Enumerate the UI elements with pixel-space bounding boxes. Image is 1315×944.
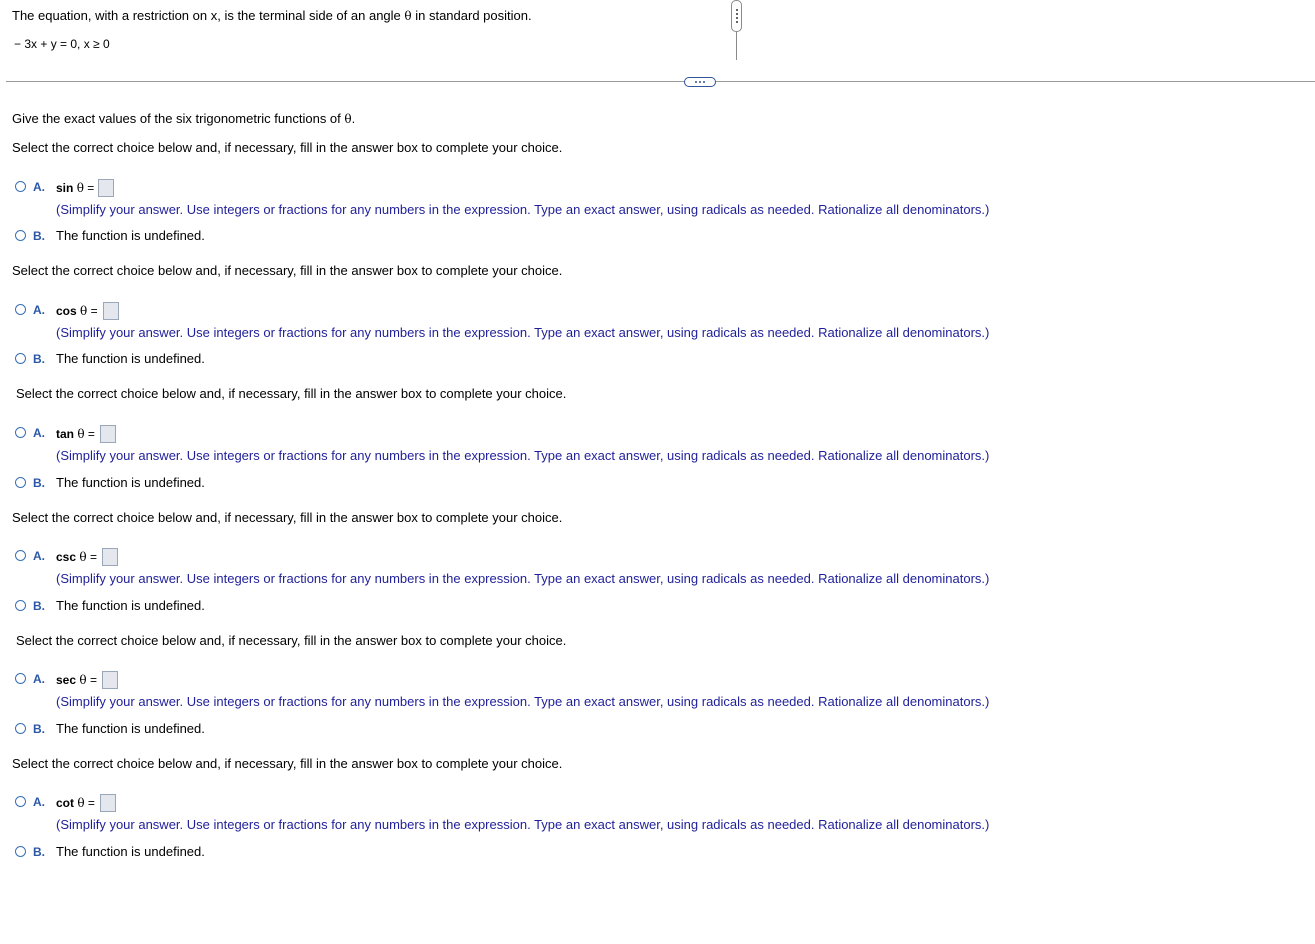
function-label-cos: cos θ = [56,304,98,318]
select-prompt-sec: Select the correct choice below and, if … [16,633,567,648]
option-b-letter: B. [33,599,45,613]
function-name-cos: cos [56,304,77,318]
function-name-csc: csc [56,550,77,564]
function-name-sec: sec [56,673,77,687]
undefined-text-sec: The function is undefined. [56,721,205,736]
answer-box-sin[interactable] [98,179,114,197]
radio-sec-option-b[interactable] [15,723,26,734]
instruction-period: . [351,111,356,126]
radio-csc-option-b[interactable] [15,600,26,611]
instruction: Give the exact values of the six trigono… [12,111,355,126]
radio-cos-option-a[interactable] [15,304,26,315]
radio-cot-option-a[interactable] [15,796,26,807]
option-a-letter: A. [33,180,45,194]
function-name-sin: sin [56,181,74,195]
horizontal-divider [6,81,1315,82]
option-b-letter: B. [33,229,45,243]
instruction-text: Give the exact values of the six trigono… [12,111,345,126]
select-prompt-sin: Select the correct choice below and, if … [12,140,563,155]
answer-box-csc[interactable] [102,548,118,566]
radio-cos-option-b[interactable] [15,353,26,364]
problem-statement-tail: in standard position. [411,8,532,23]
function-label-tan: tan θ = [56,427,95,441]
problem-statement: The equation, with a restriction on x, i… [12,8,532,23]
radio-sin-option-b[interactable] [15,230,26,241]
undefined-text-cot: The function is undefined. [56,844,205,859]
problem-equation: − 3x + y = 0, x ≥ 0 [14,37,110,51]
hint-tan: (Simplify your answer. Use integers or f… [56,448,990,463]
option-a-letter: A. [33,303,45,317]
function-label-csc: csc θ = [56,550,97,564]
equals-sign: = [83,181,95,195]
radio-tan-option-b[interactable] [15,477,26,488]
undefined-text-sin: The function is undefined. [56,228,205,243]
problem-statement-text: The equation, with a restriction on x, i… [12,8,405,23]
horizontal-splitter-handle[interactable] [684,77,716,87]
undefined-text-cos: The function is undefined. [56,351,205,366]
theta-symbol: θ [404,9,412,23]
select-prompt-tan: Select the correct choice below and, if … [16,386,567,401]
radio-csc-option-a[interactable] [15,550,26,561]
select-prompt-cot: Select the correct choice below and, if … [12,756,563,771]
undefined-text-tan: The function is undefined. [56,475,205,490]
option-b-letter: B. [33,476,45,490]
answer-box-cos[interactable] [103,302,119,320]
hint-cos: (Simplify your answer. Use integers or f… [56,325,990,340]
theta-symbol: θ [79,673,87,687]
select-prompt-csc: Select the correct choice below and, if … [12,510,563,525]
equals-sign: = [86,550,97,564]
radio-sec-option-a[interactable] [15,673,26,684]
theta-symbol: θ [79,550,87,564]
function-label-cot: cot θ = [56,796,95,810]
function-label-sec: sec θ = [56,673,97,687]
radio-cot-option-b[interactable] [15,846,26,857]
function-name-tan: tan [56,427,74,441]
radio-tan-option-a[interactable] [15,427,26,438]
undefined-text-csc: The function is undefined. [56,598,205,613]
theta-symbol: θ [76,181,84,195]
theta-symbol: θ [77,427,85,441]
theta-symbol: θ [77,796,85,810]
option-b-letter: B. [33,845,45,859]
equals-sign: = [87,304,98,318]
function-label-sin: sin θ = [56,181,94,195]
function-name-cot: cot [56,796,74,810]
theta-symbol: θ [344,112,352,126]
equals-sign: = [84,796,95,810]
option-a-letter: A. [33,672,45,686]
answer-box-tan[interactable] [100,425,116,443]
select-prompt-cos: Select the correct choice below and, if … [12,263,563,278]
answer-box-cot[interactable] [100,794,116,812]
option-b-letter: B. [33,722,45,736]
option-a-letter: A. [33,549,45,563]
equals-sign: = [86,673,97,687]
option-a-letter: A. [33,426,45,440]
equals-sign: = [84,427,95,441]
hint-sec: (Simplify your answer. Use integers or f… [56,694,990,709]
hint-sin: (Simplify your answer. Use integers or f… [56,202,990,217]
option-b-letter: B. [33,352,45,366]
hint-csc: (Simplify your answer. Use integers or f… [56,571,990,586]
vertical-splitter-handle[interactable] [731,0,742,32]
answer-box-sec[interactable] [102,671,118,689]
option-a-letter: A. [33,795,45,809]
hint-cot: (Simplify your answer. Use integers or f… [56,817,990,832]
radio-sin-option-a[interactable] [15,181,26,192]
